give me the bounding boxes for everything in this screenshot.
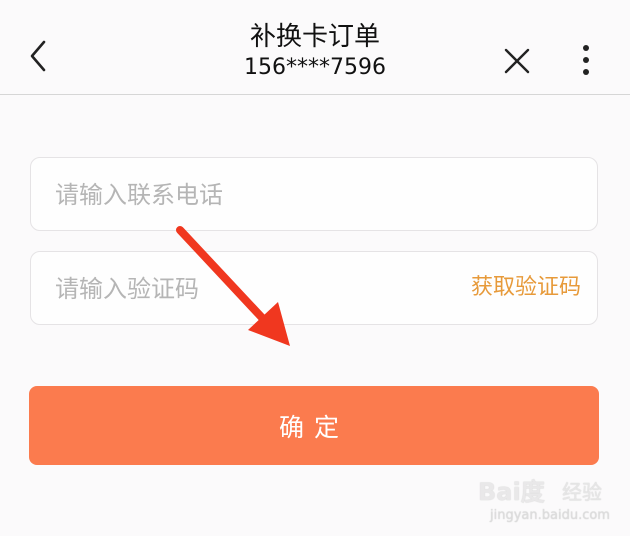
more-button[interactable] <box>566 38 606 82</box>
title-block: 补换卡订单 156****7596 <box>165 20 465 82</box>
top-bar: 补换卡订单 156****7596 <box>0 0 630 95</box>
back-button[interactable] <box>20 34 60 78</box>
page-subtitle: 156****7596 <box>244 55 386 80</box>
more-vertical-icon <box>583 45 589 75</box>
watermark-url: jingyan.baidu.com <box>490 508 610 523</box>
verification-code-input[interactable] <box>53 252 457 326</box>
watermark-logo: Bai度 <box>478 478 545 506</box>
code-field: 获取验证码 <box>30 251 598 326</box>
baidu-jingyan-watermark: Bai度 经验 jingyan.baidu.com <box>478 466 628 532</box>
confirm-button[interactable]: 确定 <box>29 386 599 465</box>
get-code-button[interactable]: 获取验证码 <box>471 252 581 324</box>
close-button[interactable] <box>496 40 538 82</box>
phone-field <box>30 157 598 232</box>
watermark-jingyan: 经验 <box>562 480 602 504</box>
close-icon <box>504 48 530 74</box>
chevron-left-icon <box>30 40 46 72</box>
page-title: 补换卡订单 <box>249 22 380 52</box>
phone-input[interactable] <box>53 158 457 232</box>
